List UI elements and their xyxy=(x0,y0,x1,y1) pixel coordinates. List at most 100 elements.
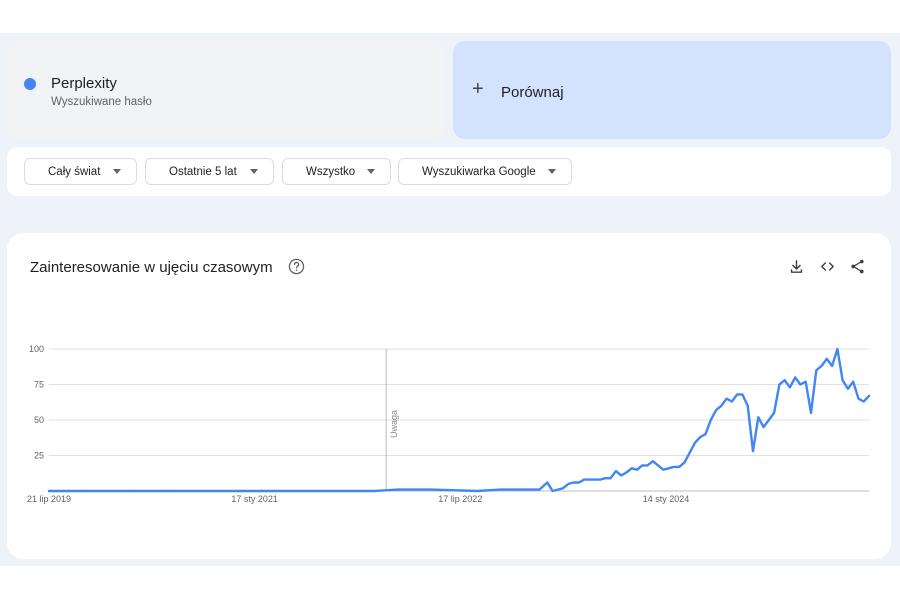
data-point xyxy=(699,436,702,438)
search-term-subtitle: Wyszukiwane hasło xyxy=(51,96,152,108)
data-point xyxy=(562,487,565,490)
filters-bar: Cały świat Ostatnie 5 lat Wszystko Wyszu… xyxy=(7,147,891,196)
data-point xyxy=(167,490,169,492)
line-chart: 100 75 50 25 Uwaga 21 lip 2019 17 sty 2021 17 l… xyxy=(27,344,871,504)
data-point xyxy=(373,490,376,492)
data-point xyxy=(657,464,659,467)
data-point xyxy=(694,441,696,444)
filter-category-dropdown[interactable]: Wszystko xyxy=(282,158,391,185)
data-point xyxy=(583,478,586,481)
compare-button[interactable]: + Porównaj xyxy=(453,41,891,139)
data-point xyxy=(538,488,541,491)
x-tick-label: 14 sty 2024 xyxy=(643,494,690,504)
data-point xyxy=(567,483,570,485)
data-point xyxy=(810,412,812,414)
interest-over-time-card: Zainteresowanie w ujęciu czasowym 100 75 5… xyxy=(7,233,891,559)
search-term-card[interactable]: Perplexity Wyszukiwane hasło xyxy=(7,41,445,139)
caret-down-icon xyxy=(367,169,375,174)
data-point xyxy=(593,478,596,481)
data-point xyxy=(636,468,638,471)
data-point xyxy=(533,488,536,491)
data-point xyxy=(662,468,665,471)
filter-source-dropdown[interactable]: Wyszukiwarka Google xyxy=(398,158,572,185)
data-point xyxy=(396,488,399,491)
data-point xyxy=(236,490,238,492)
data-point xyxy=(572,481,575,484)
note-label: Uwaga xyxy=(389,410,399,438)
data-point xyxy=(517,488,520,491)
data-point xyxy=(499,488,502,491)
data-point xyxy=(704,433,707,436)
data-point xyxy=(304,490,307,492)
data-point xyxy=(599,478,601,481)
data-point xyxy=(578,481,580,484)
data-point xyxy=(651,460,654,463)
data-point xyxy=(857,397,860,400)
data-point xyxy=(736,393,739,396)
data-point xyxy=(132,490,135,492)
x-tick-label: 17 lip 2022 xyxy=(438,494,482,504)
series-color-dot xyxy=(24,78,36,90)
data-point xyxy=(862,400,865,403)
data-point xyxy=(720,404,723,407)
data-point xyxy=(476,490,479,492)
data-point xyxy=(852,380,855,383)
data-point xyxy=(820,365,823,367)
data-point xyxy=(604,477,607,480)
data-point xyxy=(831,365,833,367)
data-point xyxy=(48,490,50,492)
data-point xyxy=(688,451,691,454)
data-point xyxy=(794,376,797,379)
data-point xyxy=(789,386,791,389)
data-point xyxy=(773,412,775,414)
data-point xyxy=(757,416,760,419)
data-point xyxy=(815,369,818,372)
filter-region-label: Cały świat xyxy=(48,165,101,178)
data-point xyxy=(525,488,528,491)
data-point xyxy=(752,450,754,453)
data-point xyxy=(641,464,644,467)
data-point xyxy=(588,478,591,481)
filter-timerange-label: Ostatnie 5 lat xyxy=(169,165,237,178)
data-point xyxy=(620,474,623,477)
filter-timerange-dropdown[interactable]: Ostatnie 5 lat xyxy=(145,158,274,185)
search-term-name[interactable]: Perplexity xyxy=(51,75,117,92)
x-tick-label: 21 lip 2019 xyxy=(27,494,71,504)
data-point xyxy=(767,419,770,421)
data-point xyxy=(678,465,681,468)
data-point xyxy=(836,348,839,350)
data-point xyxy=(741,393,744,396)
caret-down-icon xyxy=(548,169,556,174)
data-point xyxy=(683,461,686,464)
data-point xyxy=(725,397,728,400)
data-point xyxy=(672,465,675,468)
data-point xyxy=(667,467,670,470)
data-point xyxy=(730,400,733,403)
x-tick-label: 17 sty 2021 xyxy=(231,494,278,504)
data-point xyxy=(504,488,507,491)
data-point xyxy=(609,477,612,480)
data-point xyxy=(847,387,849,390)
data-point xyxy=(430,488,433,491)
y-tick-label: 25 xyxy=(34,451,44,461)
data-point xyxy=(799,383,802,386)
data-point xyxy=(778,383,781,386)
data-point xyxy=(868,394,870,397)
y-tick-label: 50 xyxy=(34,415,44,425)
filter-category-label: Wszystko xyxy=(306,165,356,178)
caret-down-icon xyxy=(250,169,258,174)
data-point xyxy=(630,467,633,470)
data-point xyxy=(762,426,765,428)
filter-region-dropdown[interactable]: Cały świat xyxy=(24,158,137,185)
y-tick-label: 100 xyxy=(29,344,44,354)
data-point xyxy=(646,464,649,467)
plus-icon: + xyxy=(472,78,484,100)
y-tick-label: 75 xyxy=(34,380,44,390)
data-point xyxy=(512,488,514,491)
data-point xyxy=(625,471,628,474)
data-point xyxy=(86,490,89,492)
data-point xyxy=(551,490,554,492)
data-point xyxy=(746,404,749,407)
data-point xyxy=(804,380,807,383)
compare-label: Porównaj xyxy=(501,84,564,101)
